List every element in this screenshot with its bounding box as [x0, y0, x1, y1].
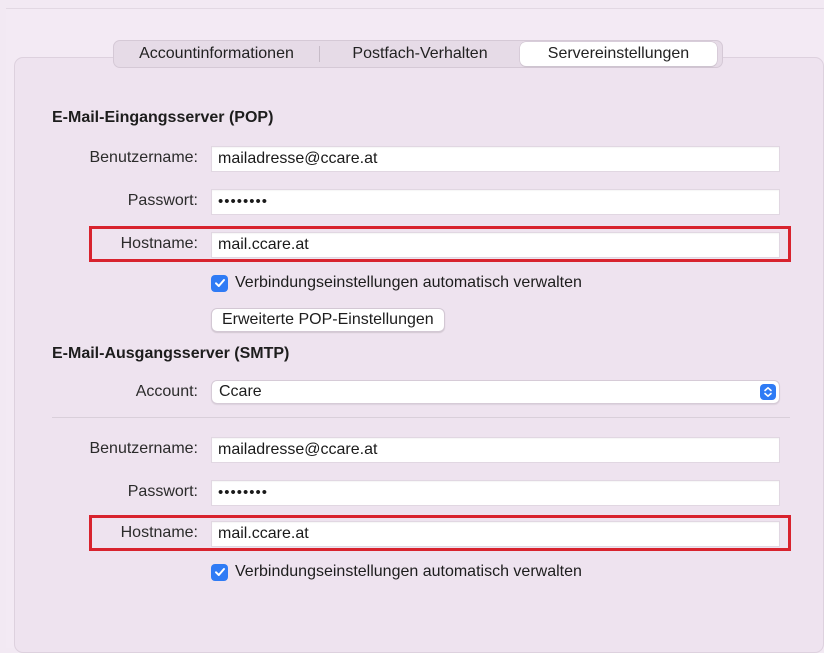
section-divider — [52, 417, 790, 418]
checkmark-icon — [214, 568, 225, 576]
incoming-auto-manage-label: Verbindungseinstellungen automatisch ver… — [235, 274, 582, 291]
outgoing-hostname-label: Hostname: — [120, 524, 198, 541]
outgoing-password-field[interactable]: •••••••• — [211, 480, 780, 506]
outgoing-server-title: E-Mail-Ausgangsserver (SMTP) — [52, 345, 290, 362]
incoming-username-label: Benutzername: — [89, 149, 198, 166]
checkmark-icon — [214, 279, 225, 287]
tab-accountinformationen[interactable]: Accountinformationen — [114, 41, 319, 67]
outgoing-password-label: Passwort: — [127, 483, 198, 500]
outgoing-auto-manage-checkbox[interactable] — [211, 563, 228, 581]
outgoing-auto-manage-label: Verbindungseinstellungen automatisch ver… — [235, 563, 582, 580]
tab-bar: Accountinformationen Postfach-Verhalten … — [113, 40, 723, 68]
tab-servereinstellungen[interactable]: Servereinstellungen — [520, 42, 717, 66]
incoming-hostname-label: Hostname: — [120, 235, 198, 252]
outgoing-auto-manage-row[interactable]: Verbindungseinstellungen automatisch ver… — [211, 562, 582, 582]
outgoing-username-field[interactable]: mailadresse@ccare.at — [211, 437, 780, 463]
incoming-password-label: Passwort: — [127, 192, 198, 209]
advanced-pop-settings-button[interactable]: Erweiterte POP-Einstellungen — [211, 308, 445, 332]
incoming-password-field[interactable]: •••••••• — [211, 189, 780, 215]
tab-postfach-verhalten[interactable]: Postfach-Verhalten — [320, 41, 520, 67]
up-down-chevron-icon — [760, 384, 776, 400]
outgoing-account-label: Account: — [135, 383, 198, 400]
outgoing-account-value: Ccare — [219, 383, 262, 400]
incoming-auto-manage-checkbox[interactable] — [211, 274, 228, 292]
incoming-auto-manage-row[interactable]: Verbindungseinstellungen automatisch ver… — [211, 273, 582, 293]
incoming-username-field[interactable]: mailadresse@ccare.at — [211, 146, 780, 172]
outgoing-username-label: Benutzername: — [89, 440, 198, 457]
outgoing-hostname-field[interactable]: mail.ccare.at — [211, 521, 780, 547]
incoming-server-title: E-Mail-Eingangsserver (POP) — [52, 109, 274, 126]
incoming-hostname-field[interactable]: mail.ccare.at — [211, 232, 780, 258]
outgoing-account-select[interactable]: Ccare — [211, 380, 780, 404]
